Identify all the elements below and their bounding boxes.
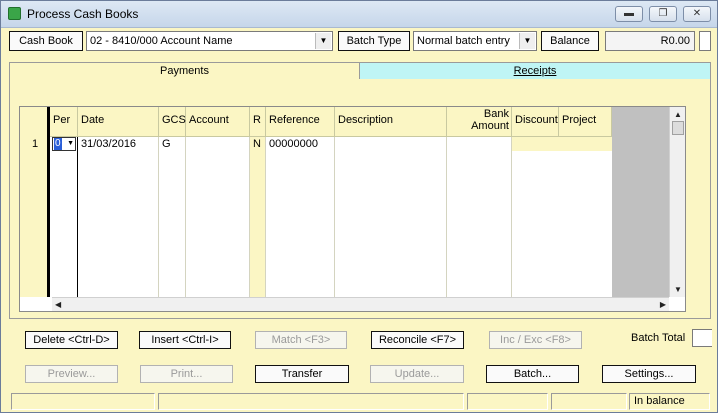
- cell-bank-amount[interactable]: [447, 136, 512, 152]
- cell-discount[interactable]: [512, 136, 559, 152]
- column-header-account[interactable]: Account: [186, 107, 250, 137]
- delete-button[interactable]: Delete <Ctrl-D>: [25, 331, 118, 349]
- per-select[interactable]: 0 ▼: [52, 137, 76, 151]
- scroll-right-icon[interactable]: ▶: [660, 300, 666, 309]
- chevron-down-icon[interactable]: ▼: [315, 33, 331, 49]
- column-bank-amount: [447, 137, 512, 297]
- cell-reference[interactable]: 00000000: [266, 136, 335, 152]
- balance-button[interactable]: Balance: [541, 31, 599, 51]
- tab-receipts-label: Receipts: [513, 65, 557, 77]
- column-header-discount[interactable]: Discount: [512, 107, 559, 137]
- cell-gcs[interactable]: G: [159, 136, 186, 152]
- settings-button[interactable]: Settings...: [602, 365, 696, 383]
- column-header-reference[interactable]: Reference: [266, 107, 335, 137]
- column-header-per[interactable]: Per: [50, 107, 78, 137]
- print-button[interactable]: Print...: [140, 365, 233, 383]
- status-bar: In balance: [1, 391, 717, 412]
- balance-extra-field: [699, 31, 711, 51]
- column-header-gcs[interactable]: GCS: [159, 107, 186, 137]
- batch-total-value: [692, 329, 712, 347]
- balance-value: R0.00: [605, 31, 695, 51]
- update-button[interactable]: Update...: [370, 365, 464, 383]
- title-bar[interactable]: Process Cash Books ▬ ❐ ✕: [1, 1, 717, 28]
- column-header-project[interactable]: Project: [559, 107, 612, 137]
- status-pane-2: [158, 393, 464, 410]
- tab-receipts[interactable]: Receipts: [360, 62, 711, 80]
- column-header-bank-amount[interactable]: Bank Amount: [447, 107, 512, 137]
- column-account: [186, 137, 250, 297]
- vertical-scroll-thumb[interactable]: [672, 121, 684, 135]
- app-icon: [8, 7, 21, 20]
- scroll-left-icon[interactable]: ◀: [55, 300, 61, 309]
- batch-type-button[interactable]: Batch Type: [338, 31, 410, 51]
- column-header-date[interactable]: Date: [78, 107, 159, 137]
- cell-description[interactable]: [335, 136, 447, 152]
- status-pane-3: [467, 393, 548, 410]
- status-pane-4: [551, 393, 627, 410]
- batch-type-value: Normal batch entry: [417, 35, 510, 47]
- column-date: [78, 137, 159, 297]
- match-button[interactable]: Match <F3>: [255, 331, 347, 349]
- horizontal-scrollbar[interactable]: ◀ ▶: [52, 297, 669, 311]
- cell-account[interactable]: [186, 136, 250, 152]
- minimize-icon[interactable]: ▬: [615, 6, 643, 22]
- window-title: Process Cash Books: [27, 7, 139, 21]
- status-pane-1: [11, 393, 155, 410]
- batch-type-select[interactable]: Normal batch entry ▼: [413, 31, 537, 51]
- column-reference: [266, 137, 335, 297]
- column-header-description[interactable]: Description: [335, 107, 447, 137]
- batch-button[interactable]: Batch...: [486, 365, 579, 383]
- status-balance-state: In balance: [629, 393, 710, 410]
- column-header-r[interactable]: R: [250, 107, 266, 137]
- insert-button[interactable]: Insert <Ctrl-I>: [139, 331, 231, 349]
- process-cash-books-window: Process Cash Books ▬ ❐ ✕ Cash Book 02 - …: [0, 0, 718, 413]
- row-number: 1: [31, 138, 39, 150]
- cell-r[interactable]: N: [250, 136, 266, 152]
- account-select[interactable]: 02 - 8410/000 Account Name ▼: [86, 31, 333, 51]
- column-description: [335, 137, 447, 297]
- payments-grid: Per Date GCS Account R Reference Descrip…: [19, 106, 686, 312]
- account-select-value: 02 - 8410/000 Account Name: [90, 35, 233, 47]
- per-value: 0: [54, 138, 62, 150]
- column-gcs: [159, 137, 186, 297]
- vertical-scrollbar[interactable]: ▲ ▼: [669, 107, 685, 297]
- chevron-down-icon[interactable]: ▼: [519, 33, 535, 49]
- cell-project[interactable]: [559, 136, 612, 152]
- inc-exc-button[interactable]: Inc / Exc <F8>: [489, 331, 582, 349]
- reconcile-button[interactable]: Reconcile <F7>: [371, 331, 464, 349]
- scroll-down-icon[interactable]: ▼: [674, 285, 682, 294]
- batch-total-label: Batch Total: [631, 332, 686, 344]
- cash-book-button[interactable]: Cash Book: [9, 31, 83, 51]
- restore-icon[interactable]: ❐: [649, 6, 677, 22]
- transfer-button[interactable]: Transfer: [255, 365, 349, 383]
- column-r: [250, 137, 266, 297]
- chevron-down-icon[interactable]: ▼: [67, 139, 74, 149]
- tab-payments[interactable]: Payments: [9, 62, 360, 80]
- column-per: [50, 137, 78, 297]
- cell-date[interactable]: 31/03/2016: [78, 136, 159, 152]
- scroll-up-icon[interactable]: ▲: [674, 110, 682, 119]
- grid-empty-area: [612, 107, 670, 297]
- tab-payments-label: Payments: [160, 65, 209, 77]
- preview-button[interactable]: Preview...: [25, 365, 118, 383]
- close-icon[interactable]: ✕: [683, 6, 711, 22]
